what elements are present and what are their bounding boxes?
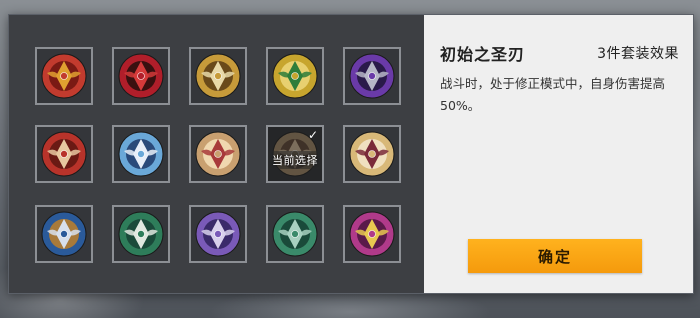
blue-crown-emblem-icon	[118, 131, 164, 177]
purple-tree-emblem-icon	[349, 53, 395, 99]
set-title: 初始之圣刃	[440, 45, 526, 64]
emblem-slot[interactable]	[266, 47, 324, 105]
emblem-slot[interactable]	[35, 47, 93, 105]
confirm-button[interactable]: 确定	[468, 239, 642, 273]
current-selection-label: 当前选择	[268, 151, 322, 169]
check-icon: ✓	[307, 128, 318, 142]
emblem-slot[interactable]	[189, 125, 247, 183]
emblem-slot[interactable]	[112, 205, 170, 263]
emerald-knot-emblem-icon	[272, 211, 318, 257]
set-info-panel: 初始之圣刃 3件套装效果 战斗时，处于修正模式中，自身伤害提高50%。 确定	[424, 15, 693, 293]
emblem-slot[interactable]: ✓ 当前选择	[266, 125, 324, 183]
emblem-slot[interactable]	[189, 205, 247, 263]
violet-demon-emblem-icon	[195, 211, 241, 257]
emblem-slot[interactable]	[343, 125, 401, 183]
blue-dragon-emblem-icon	[41, 211, 87, 257]
magenta-chalice-emblem-icon	[349, 211, 395, 257]
red-fan-emblem-icon	[41, 131, 87, 177]
emblem-slot[interactable]	[35, 205, 93, 263]
jade-gate-emblem-icon	[118, 211, 164, 257]
set-effect-label: 3件套装效果	[597, 46, 679, 62]
emblem-slot[interactable]	[112, 125, 170, 183]
green-phoenix-emblem-icon	[272, 53, 318, 99]
lion-emblem-icon	[41, 53, 87, 99]
emblem-slot[interactable]	[189, 47, 247, 105]
emblem-slot[interactable]	[343, 47, 401, 105]
emblem-slot[interactable]	[112, 47, 170, 105]
emblem-slot[interactable]	[266, 205, 324, 263]
emblem-slot[interactable]	[35, 125, 93, 183]
set-effect-description: 战斗时，处于修正模式中，自身伤害提高50%。	[440, 76, 666, 113]
crimson-swirl-emblem-icon	[195, 131, 241, 177]
emblem-slot[interactable]	[343, 205, 401, 263]
burgundy-ring-emblem-icon	[349, 131, 395, 177]
emblem-grid: ✓ 当前选择	[9, 15, 424, 293]
golden-wings-emblem-icon	[195, 53, 241, 99]
oni-mask-emblem-icon	[118, 53, 164, 99]
emblem-select-dialog: ✓ 当前选择 初始之圣刃 3件套装效果 战斗时，处于修正模式中，自身伤害提高50%…	[8, 14, 694, 294]
